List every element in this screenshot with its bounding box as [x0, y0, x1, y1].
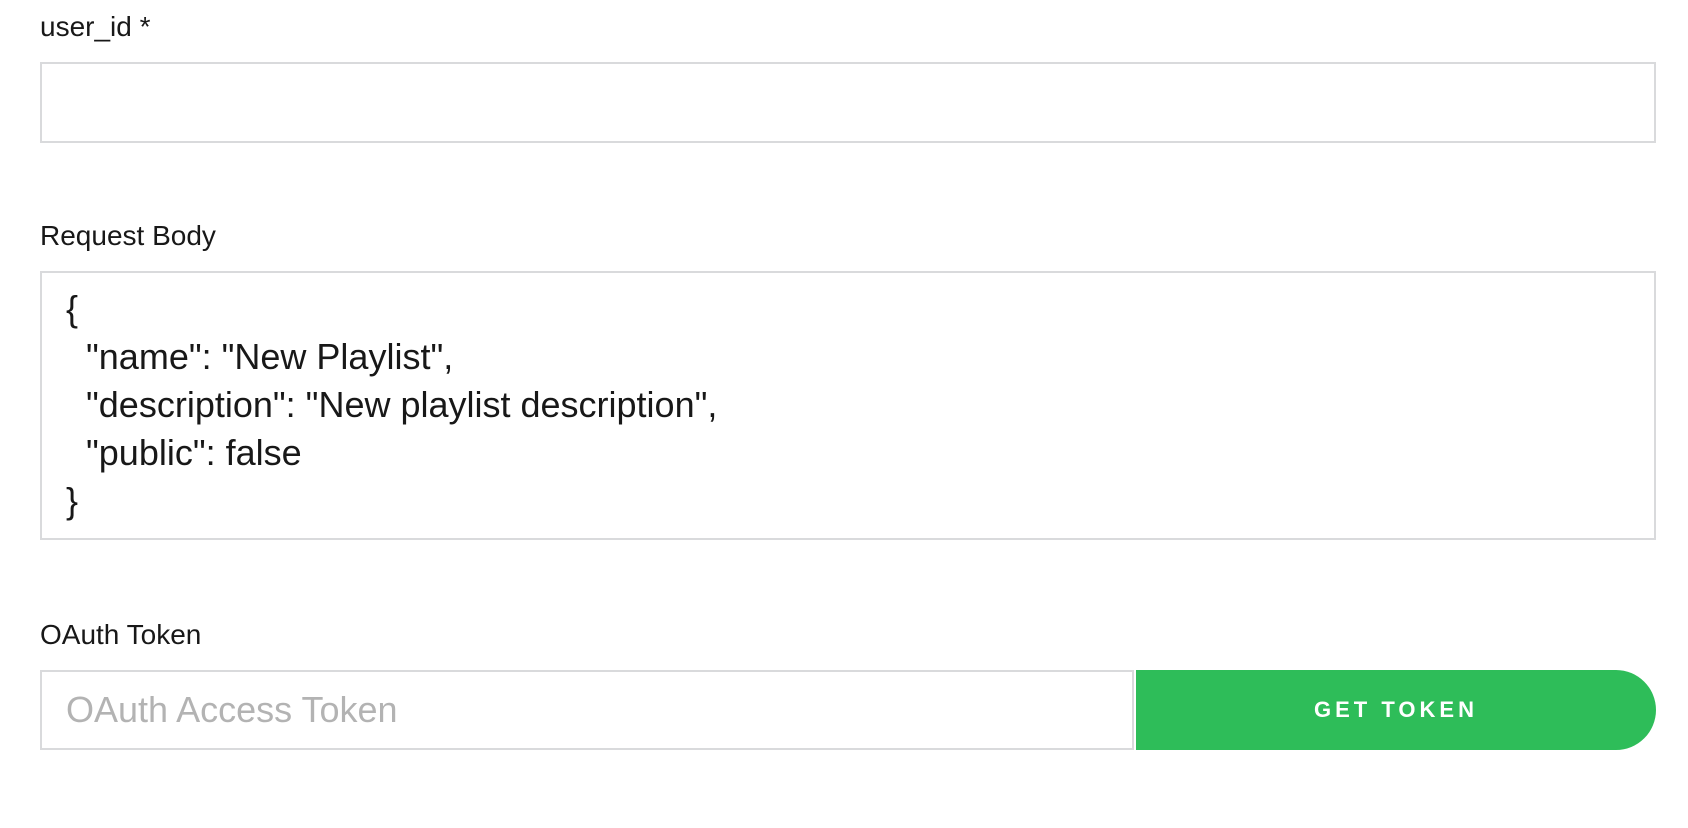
- user-id-label: user_id *: [40, 11, 151, 42]
- user-id-input[interactable]: [40, 62, 1656, 143]
- request-body-label: Request Body: [40, 220, 216, 251]
- oauth-token-label: OAuth Token: [40, 619, 202, 650]
- oauth-token-input[interactable]: [40, 670, 1134, 750]
- get-token-button[interactable]: GET TOKEN: [1136, 670, 1656, 750]
- request-body-textarea[interactable]: { "name": "New Playlist", "description":…: [40, 271, 1656, 540]
